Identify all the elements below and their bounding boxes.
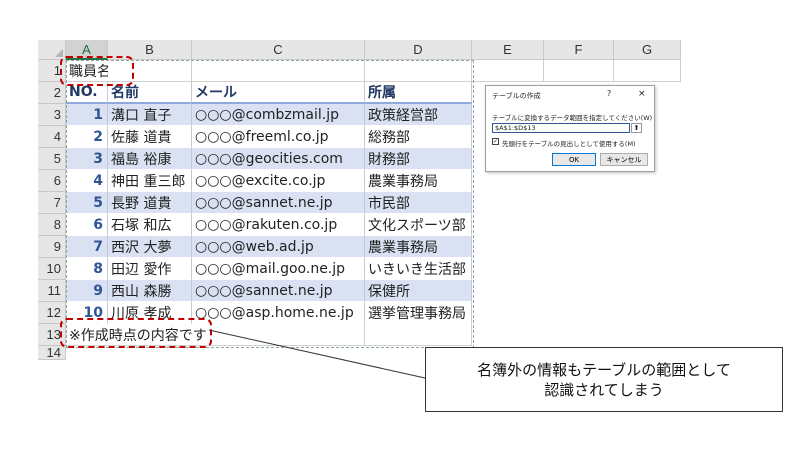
dialog-title: テーブルの作成 (492, 92, 541, 100)
headers-checkbox-label: 先頭行をテーブルの見出しとして使用する(M) (502, 140, 636, 148)
ok-button[interactable]: OK (552, 153, 596, 166)
range-collapse-icon[interactable]: ⬆ (631, 123, 642, 133)
explanation-callout: 名簿外の情報もテーブルの範囲として 認識されてしまう (425, 347, 783, 412)
close-icon[interactable]: × (638, 89, 646, 99)
range-input[interactable]: $A$1:$D$13 (492, 123, 630, 133)
cancel-button[interactable]: キャンセル (600, 153, 648, 166)
callout-line-1: 名簿外の情報もテーブルの範囲として (477, 360, 731, 379)
headers-checkbox[interactable]: ✓ (492, 138, 499, 145)
help-icon[interactable]: ? (607, 89, 611, 98)
callout-line-2: 認識されてしまう (544, 380, 664, 399)
range-label: テーブルに変換するデータ範囲を指定してください(W) (492, 114, 653, 122)
